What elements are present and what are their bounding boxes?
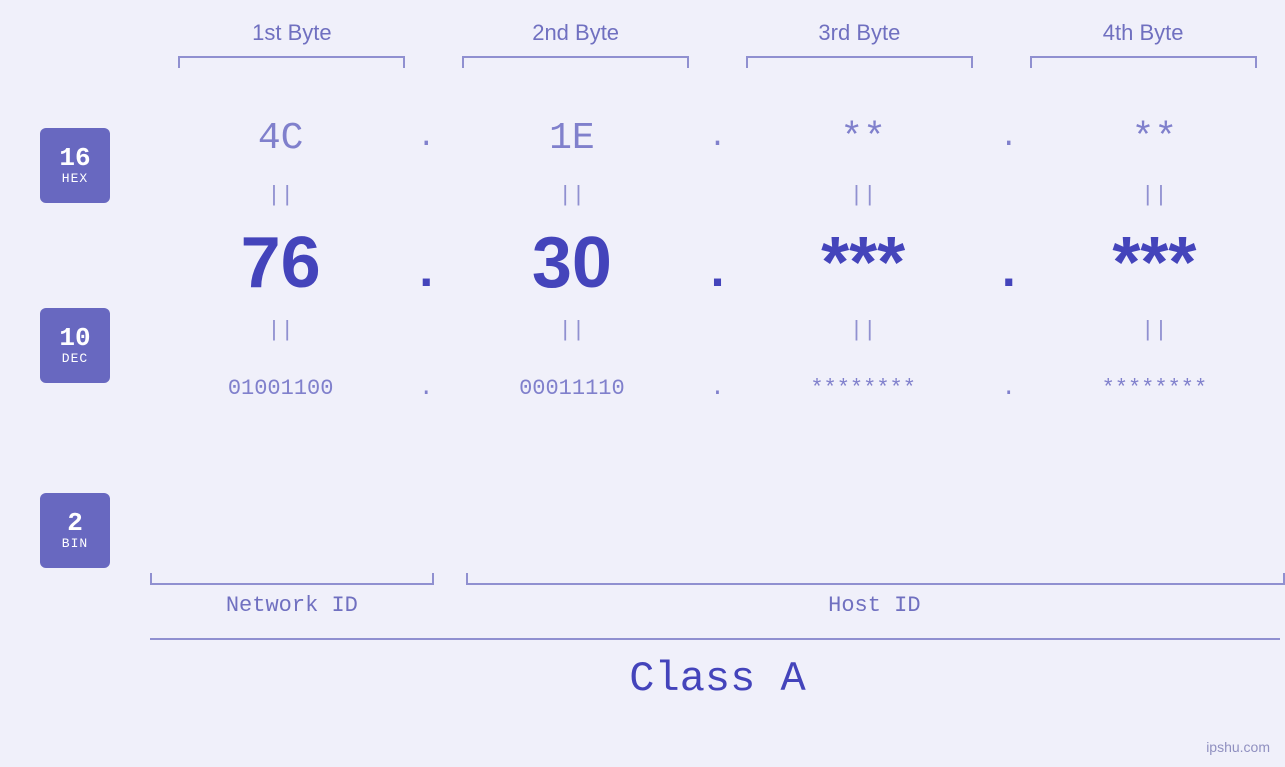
hex-dot1: . — [411, 121, 441, 155]
equals2-byte1: || — [150, 318, 411, 343]
hex-dot3: . — [994, 121, 1024, 155]
hex-byte4: ** — [1024, 117, 1285, 160]
bottom-brackets-row — [150, 573, 1285, 585]
equals2-byte4: || — [1024, 318, 1285, 343]
dec-byte3: *** — [733, 222, 994, 304]
network-id-label: Network ID — [150, 593, 434, 618]
labels-row: Network ID Host ID — [150, 593, 1285, 618]
dec-row: 76 . 30 . *** . *** — [150, 213, 1285, 313]
hex-byte2: 1E — [441, 117, 702, 160]
hex-badge-label: HEX — [62, 171, 88, 186]
bracket4-line — [1030, 56, 1257, 68]
hex-byte1: 4C — [150, 117, 411, 160]
dec-dot2: . — [703, 225, 733, 302]
bin-dot2: . — [703, 375, 733, 402]
class-top-line — [150, 638, 1280, 640]
equals2-byte3: || — [733, 318, 994, 343]
class-section: Class A — [0, 638, 1285, 703]
host-id-label: Host ID — [464, 593, 1285, 618]
hex-row: 4C . 1E . ** . ** — [150, 98, 1285, 178]
equals1-byte2: || — [441, 183, 702, 208]
byte2-header: 2nd Byte — [434, 20, 718, 46]
bin-dot1: . — [411, 375, 441, 402]
bin-byte1: 01001100 — [150, 376, 411, 401]
bin-badge: 2 BIN — [40, 493, 110, 568]
equals1-byte3: || — [733, 183, 994, 208]
bracket3 — [718, 56, 1002, 68]
dec-badge: 10 DEC — [40, 308, 110, 383]
byte4-header: 4th Byte — [1001, 20, 1285, 46]
hex-badge: 16 HEX — [40, 128, 110, 203]
badges-column: 16 HEX 10 DEC 2 BIN — [0, 98, 150, 568]
bracket1-line — [178, 56, 405, 68]
equals1-byte4: || — [1024, 183, 1285, 208]
bin-byte4: ******** — [1024, 376, 1285, 401]
top-brackets — [0, 56, 1285, 68]
dec-badge-number: 10 — [59, 325, 90, 351]
bin-byte2: 00011110 — [441, 376, 702, 401]
dec-dot3: . — [994, 225, 1024, 302]
bracket2 — [434, 56, 718, 68]
bin-byte3: ******** — [733, 376, 994, 401]
hex-byte3: ** — [733, 117, 994, 160]
equals-row1: || || || || — [150, 178, 1285, 213]
equals-row2: || || || || — [150, 313, 1285, 348]
watermark: ipshu.com — [1206, 739, 1270, 755]
dec-byte4: *** — [1024, 222, 1285, 304]
byte-headers: 1st Byte 2nd Byte 3rd Byte 4th Byte — [0, 20, 1285, 46]
content-area: 16 HEX 10 DEC 2 BIN 4C . 1E . ** . ** — [0, 98, 1285, 568]
bracket4 — [1001, 56, 1285, 68]
bin-row: 01001100 . 00011110 . ******** . *******… — [150, 348, 1285, 428]
main-container: 1st Byte 2nd Byte 3rd Byte 4th Byte 16 H… — [0, 0, 1285, 767]
data-columns: 4C . 1E . ** . ** || || || || 76 — [150, 98, 1285, 428]
bottom-section: Network ID Host ID — [0, 573, 1285, 618]
network-bracket — [150, 573, 434, 585]
byte3-header: 3rd Byte — [718, 20, 1002, 46]
equals1-byte1: || — [150, 183, 411, 208]
bin-dot3: . — [994, 375, 1024, 402]
host-bracket — [466, 573, 1285, 585]
bracket2-line — [462, 56, 689, 68]
dec-badge-label: DEC — [62, 351, 88, 366]
equals2-byte2: || — [441, 318, 702, 343]
bracket1 — [150, 56, 434, 68]
bracket3-line — [746, 56, 973, 68]
hex-dot2: . — [703, 121, 733, 155]
bin-badge-label: BIN — [62, 536, 88, 551]
byte1-header: 1st Byte — [150, 20, 434, 46]
bin-badge-number: 2 — [67, 510, 83, 536]
dec-dot1: . — [411, 225, 441, 302]
hex-badge-number: 16 — [59, 145, 90, 171]
dec-byte2: 30 — [441, 222, 702, 304]
dec-byte1: 76 — [150, 222, 411, 304]
class-label: Class A — [150, 655, 1285, 703]
